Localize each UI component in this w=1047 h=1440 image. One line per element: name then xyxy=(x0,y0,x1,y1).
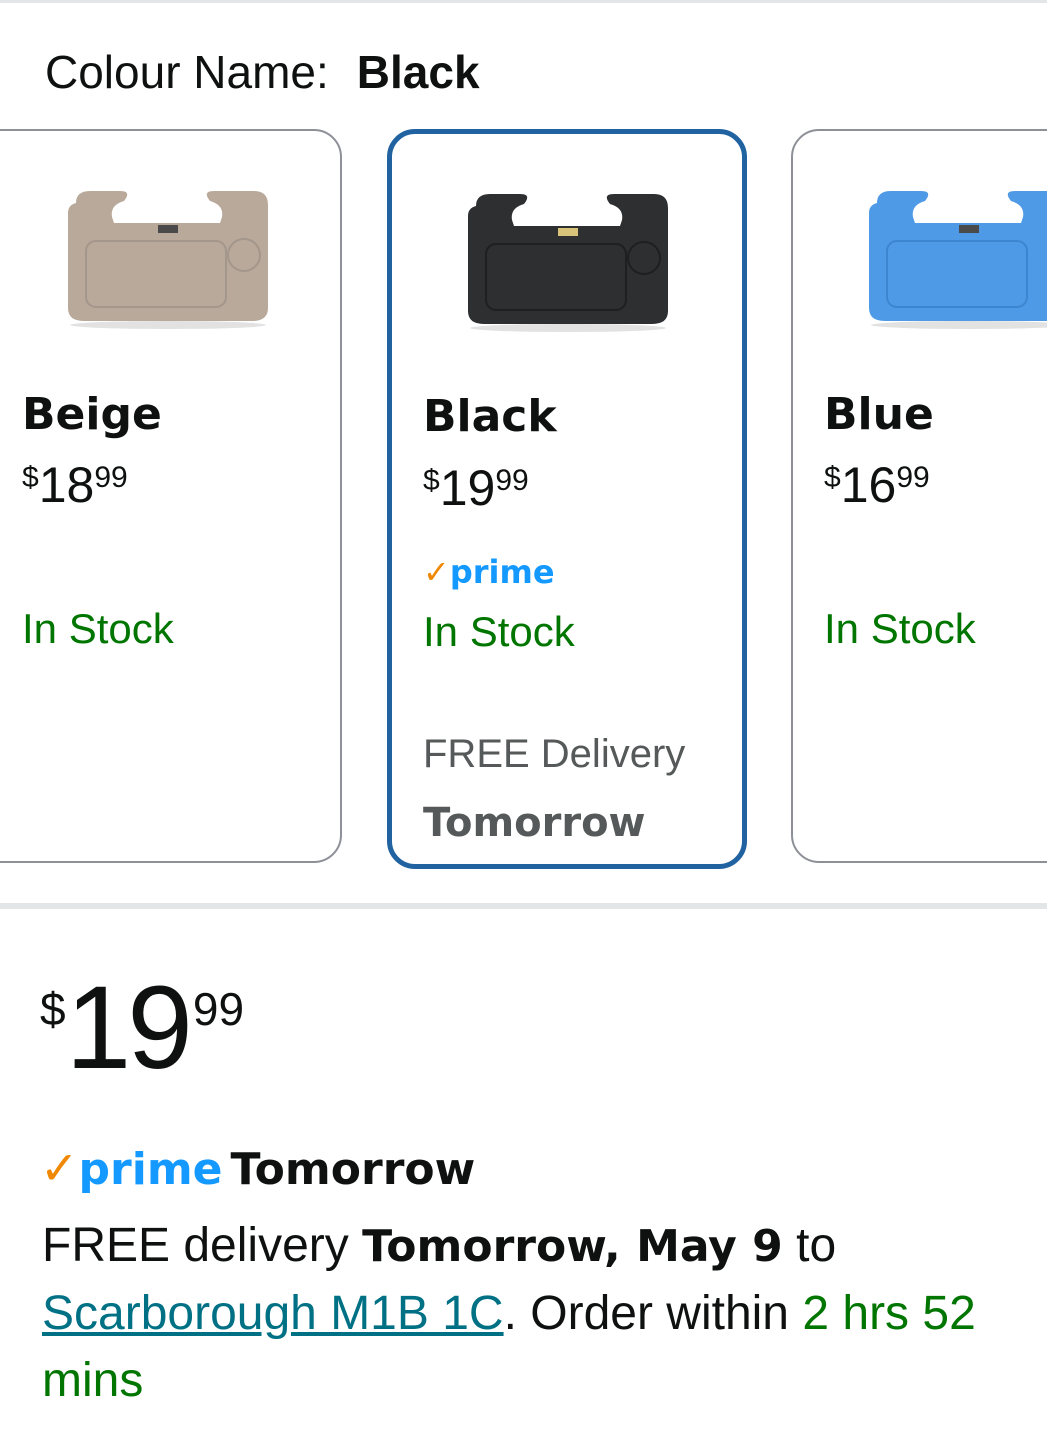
swatch-price: $1999 xyxy=(423,460,529,516)
delivery-date: Tomorrow, May 9 xyxy=(362,1221,783,1272)
delivery-message: FREE delivery Tomorrow, May 9 to Scarbor… xyxy=(42,1212,1002,1414)
availability-status: In Stock xyxy=(824,605,976,652)
tray-image-blue xyxy=(869,191,1047,329)
price-whole: 19 xyxy=(65,962,193,1094)
tray-image-beige xyxy=(68,191,268,329)
delivery-to: to xyxy=(782,1219,837,1272)
swatch-blue[interactable]: Blue $1699 In Stock xyxy=(791,129,1047,863)
prime-logo: prime xyxy=(78,1144,223,1195)
prime-speed: Tomorrow xyxy=(230,1144,476,1195)
delivery-date: Tomorrow xyxy=(423,800,646,846)
availability-status: In Stock xyxy=(423,608,575,655)
colour-name-label: Colour Name: xyxy=(45,46,329,98)
swatch-name: Blue xyxy=(824,389,934,440)
top-divider xyxy=(0,0,1047,3)
delivery-location-link[interactable]: Scarborough M1B 1C xyxy=(42,1287,504,1340)
tray-image-black xyxy=(468,194,668,332)
section-divider xyxy=(0,903,1047,909)
availability-status: In Stock xyxy=(22,605,174,652)
price-fraction: 99 xyxy=(192,983,245,1035)
order-within-label: . Order within xyxy=(503,1287,803,1340)
main-price: $1999 xyxy=(40,968,244,1088)
prime-check-icon: ✓ xyxy=(40,1141,79,1195)
swatch-price: $1899 xyxy=(22,457,128,513)
prime-check-icon: ✓ xyxy=(423,553,450,591)
swatch-name: Black xyxy=(423,391,557,442)
colour-name-row: Colour Name: Black xyxy=(45,42,480,102)
swatch-price: $1699 xyxy=(824,457,930,513)
delivery-prefix: FREE delivery xyxy=(42,1219,363,1272)
swatch-beige[interactable]: Beige $1899 In Stock xyxy=(0,129,342,863)
colour-name-value: Black xyxy=(356,46,480,98)
swatch-black[interactable]: Black $1999 ✓prime In Stock FREE Deliver… xyxy=(387,129,747,869)
delivery-label: FREE Delivery xyxy=(423,732,686,776)
price-symbol: $ xyxy=(40,983,66,1035)
prime-badge: ✓prime xyxy=(423,553,555,591)
swatch-name: Beige xyxy=(22,389,162,440)
prime-delivery-row: ✓prime Tomorrow xyxy=(40,1138,475,1200)
